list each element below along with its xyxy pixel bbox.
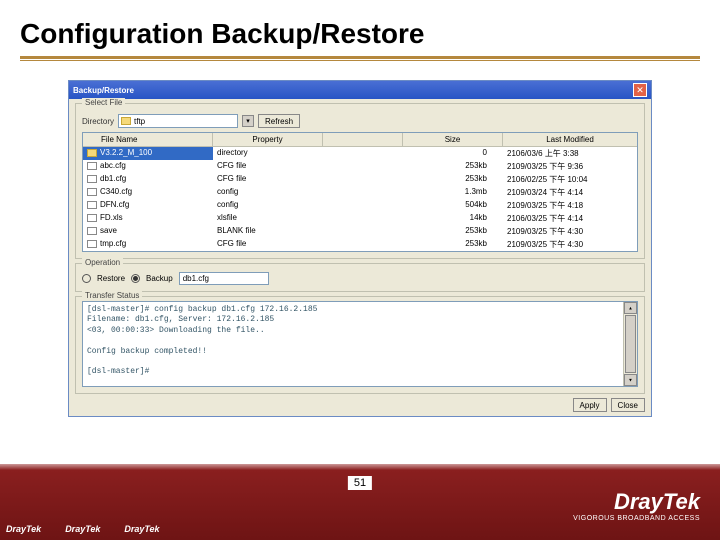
transfer-status-label: Transfer Status — [82, 291, 142, 300]
table-row[interactable]: DFN.cfgconfig504kb2109/03/25 下午 4:18 — [83, 199, 637, 212]
scrollbar[interactable]: ▴ ▾ — [623, 302, 637, 386]
scroll-down-icon[interactable]: ▾ — [624, 374, 637, 386]
title-rule-2 — [20, 60, 700, 61]
logo-strip: DrayTek DrayTek DrayTek — [6, 524, 160, 534]
folder-icon — [87, 149, 97, 157]
scroll-up-icon[interactable]: ▴ — [624, 302, 637, 314]
brand-small-1: DrayTek — [6, 524, 41, 534]
scroll-thumb[interactable] — [625, 315, 636, 373]
apply-button[interactable]: Apply — [573, 398, 607, 412]
title-rule — [20, 56, 700, 59]
transfer-status-group: Transfer Status [dsl-master]# config bac… — [75, 296, 645, 394]
table-row[interactable]: abc.cfgCFG file253kb2109/03/25 下午 9:36 — [83, 160, 637, 173]
window-title: Backup/Restore — [73, 86, 134, 95]
file-icon — [87, 214, 97, 222]
col-header-modified[interactable]: Last Modified — [503, 133, 637, 146]
table-row[interactable]: db1.cfgCFG file253kb2106/02/25 下午 10:04 — [83, 173, 637, 186]
file-icon — [87, 175, 97, 183]
chevron-down-icon[interactable]: ▾ — [242, 115, 254, 127]
restore-label: Restore — [97, 274, 125, 283]
col-header-name[interactable]: File Name — [83, 133, 213, 146]
brand-logo: DrayTek VIGOROUS BROADBAND ACCESS — [573, 489, 700, 522]
brand-big: DrayTek — [573, 489, 700, 515]
file-icon — [87, 240, 97, 248]
file-icon — [87, 201, 97, 209]
brand-small-3: DrayTek — [124, 524, 159, 534]
select-file-label: Select File — [82, 98, 125, 107]
file-icon — [87, 162, 97, 170]
file-icon — [87, 227, 97, 235]
table-row[interactable]: FD.xlsxlsfile14kb2106/03/25 下午 4:14 — [83, 212, 637, 225]
backup-filename-input[interactable] — [179, 272, 269, 285]
operation-group: Operation Restore Backup — [75, 263, 645, 292]
table-row[interactable]: V3.2.2_M_100directory02106/03/6 上午 3:38 — [83, 147, 637, 160]
directory-label: Directory — [82, 117, 114, 126]
restore-radio[interactable] — [82, 274, 91, 283]
file-list-header: File Name Property Size Last Modified — [83, 133, 637, 147]
page-number: 51 — [348, 476, 372, 490]
folder-icon — [121, 117, 131, 125]
slide-title: Configuration Backup/Restore — [0, 0, 720, 54]
select-file-group: Select File Directory tftp ▾ Refresh Fil… — [75, 103, 645, 259]
brand-tagline: VIGOROUS BROADBAND ACCESS — [573, 515, 700, 522]
window-titlebar[interactable]: Backup/Restore ✕ — [69, 81, 651, 99]
file-list: File Name Property Size Last Modified V3… — [82, 132, 638, 252]
file-icon — [87, 188, 97, 196]
close-button[interactable]: Close — [611, 398, 645, 412]
close-icon[interactable]: ✕ — [633, 83, 647, 97]
backup-label: Backup — [146, 274, 173, 283]
backup-restore-window: Backup/Restore ✕ Select File Directory t… — [68, 80, 652, 417]
col-header-property[interactable]: Property — [213, 133, 323, 146]
table-row[interactable]: C340.cfgconfig1.3mb2109/03/24 下午 4:14 — [83, 186, 637, 199]
operation-label: Operation — [82, 258, 123, 267]
table-row[interactable]: tmp.cfgCFG file253kb2109/03/25 下午 4:30 — [83, 238, 637, 251]
transfer-log: [dsl-master]# config backup db1.cfg 172.… — [83, 302, 623, 386]
directory-value: tftp — [134, 117, 235, 126]
col-header-blank[interactable] — [323, 133, 403, 146]
refresh-button[interactable]: Refresh — [258, 114, 300, 128]
directory-select[interactable]: tftp — [118, 114, 238, 128]
brand-small-2: DrayTek — [65, 524, 100, 534]
backup-radio[interactable] — [131, 274, 140, 283]
table-row[interactable]: saveBLANK file253kb2109/03/25 下午 4:30 — [83, 225, 637, 238]
col-header-size[interactable]: Size — [403, 133, 503, 146]
